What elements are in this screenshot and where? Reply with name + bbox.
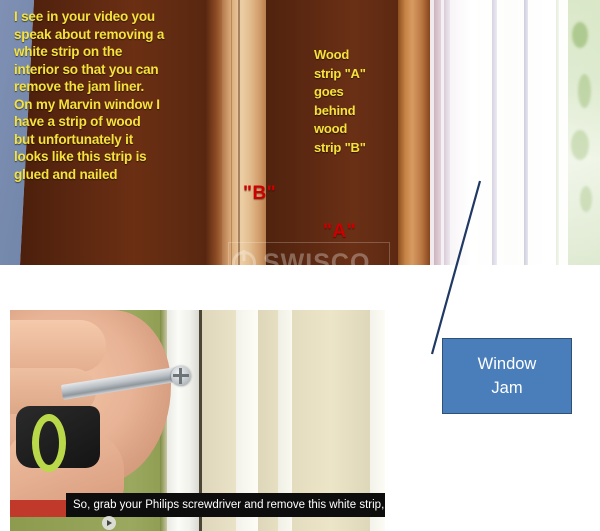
wood-grain-line	[238, 0, 240, 265]
outdoor-foliage-blur	[568, 0, 600, 265]
window-frame-stripe	[524, 0, 528, 265]
label-strip-a: "A"	[323, 221, 357, 242]
annotated-window-repair-composite: I see in your video you speak about remo…	[0, 0, 600, 531]
label-strip-b: "B"	[243, 183, 277, 204]
wood-strip-b	[222, 0, 268, 265]
top-window-jamb-photo: I see in your video you speak about remo…	[0, 0, 600, 265]
play-icon[interactable]	[102, 516, 116, 530]
annotation-question-text: I see in your video you speak about remo…	[14, 9, 165, 182]
screwdriver-grip-ring	[32, 414, 66, 472]
wood-grain-line	[231, 0, 232, 265]
callout-line-1: Window	[477, 355, 537, 373]
video-still-screwdriver[interactable]: So, grab your Philips screwdriver and re…	[10, 310, 385, 531]
watermark-border	[228, 242, 390, 265]
window-frame-stripe	[434, 0, 441, 265]
video-caption-text: So, grab your Philips screwdriver and re…	[73, 499, 385, 511]
video-caption-bar: So, grab your Philips screwdriver and re…	[66, 493, 385, 517]
callout-line-2: Jam	[491, 379, 523, 397]
philips-screw-head-icon	[171, 366, 191, 386]
annotation-strip-order-text: Wood strip "A" goes behind wood strip "B…	[314, 47, 366, 155]
video-progress-bar[interactable]	[10, 500, 66, 517]
window-frame-stripe	[444, 0, 450, 265]
window-jam-callout: Window Jam	[442, 338, 572, 414]
window-frame-stripe	[492, 0, 497, 265]
finger	[10, 320, 106, 372]
window-frame-stripe	[556, 0, 559, 265]
